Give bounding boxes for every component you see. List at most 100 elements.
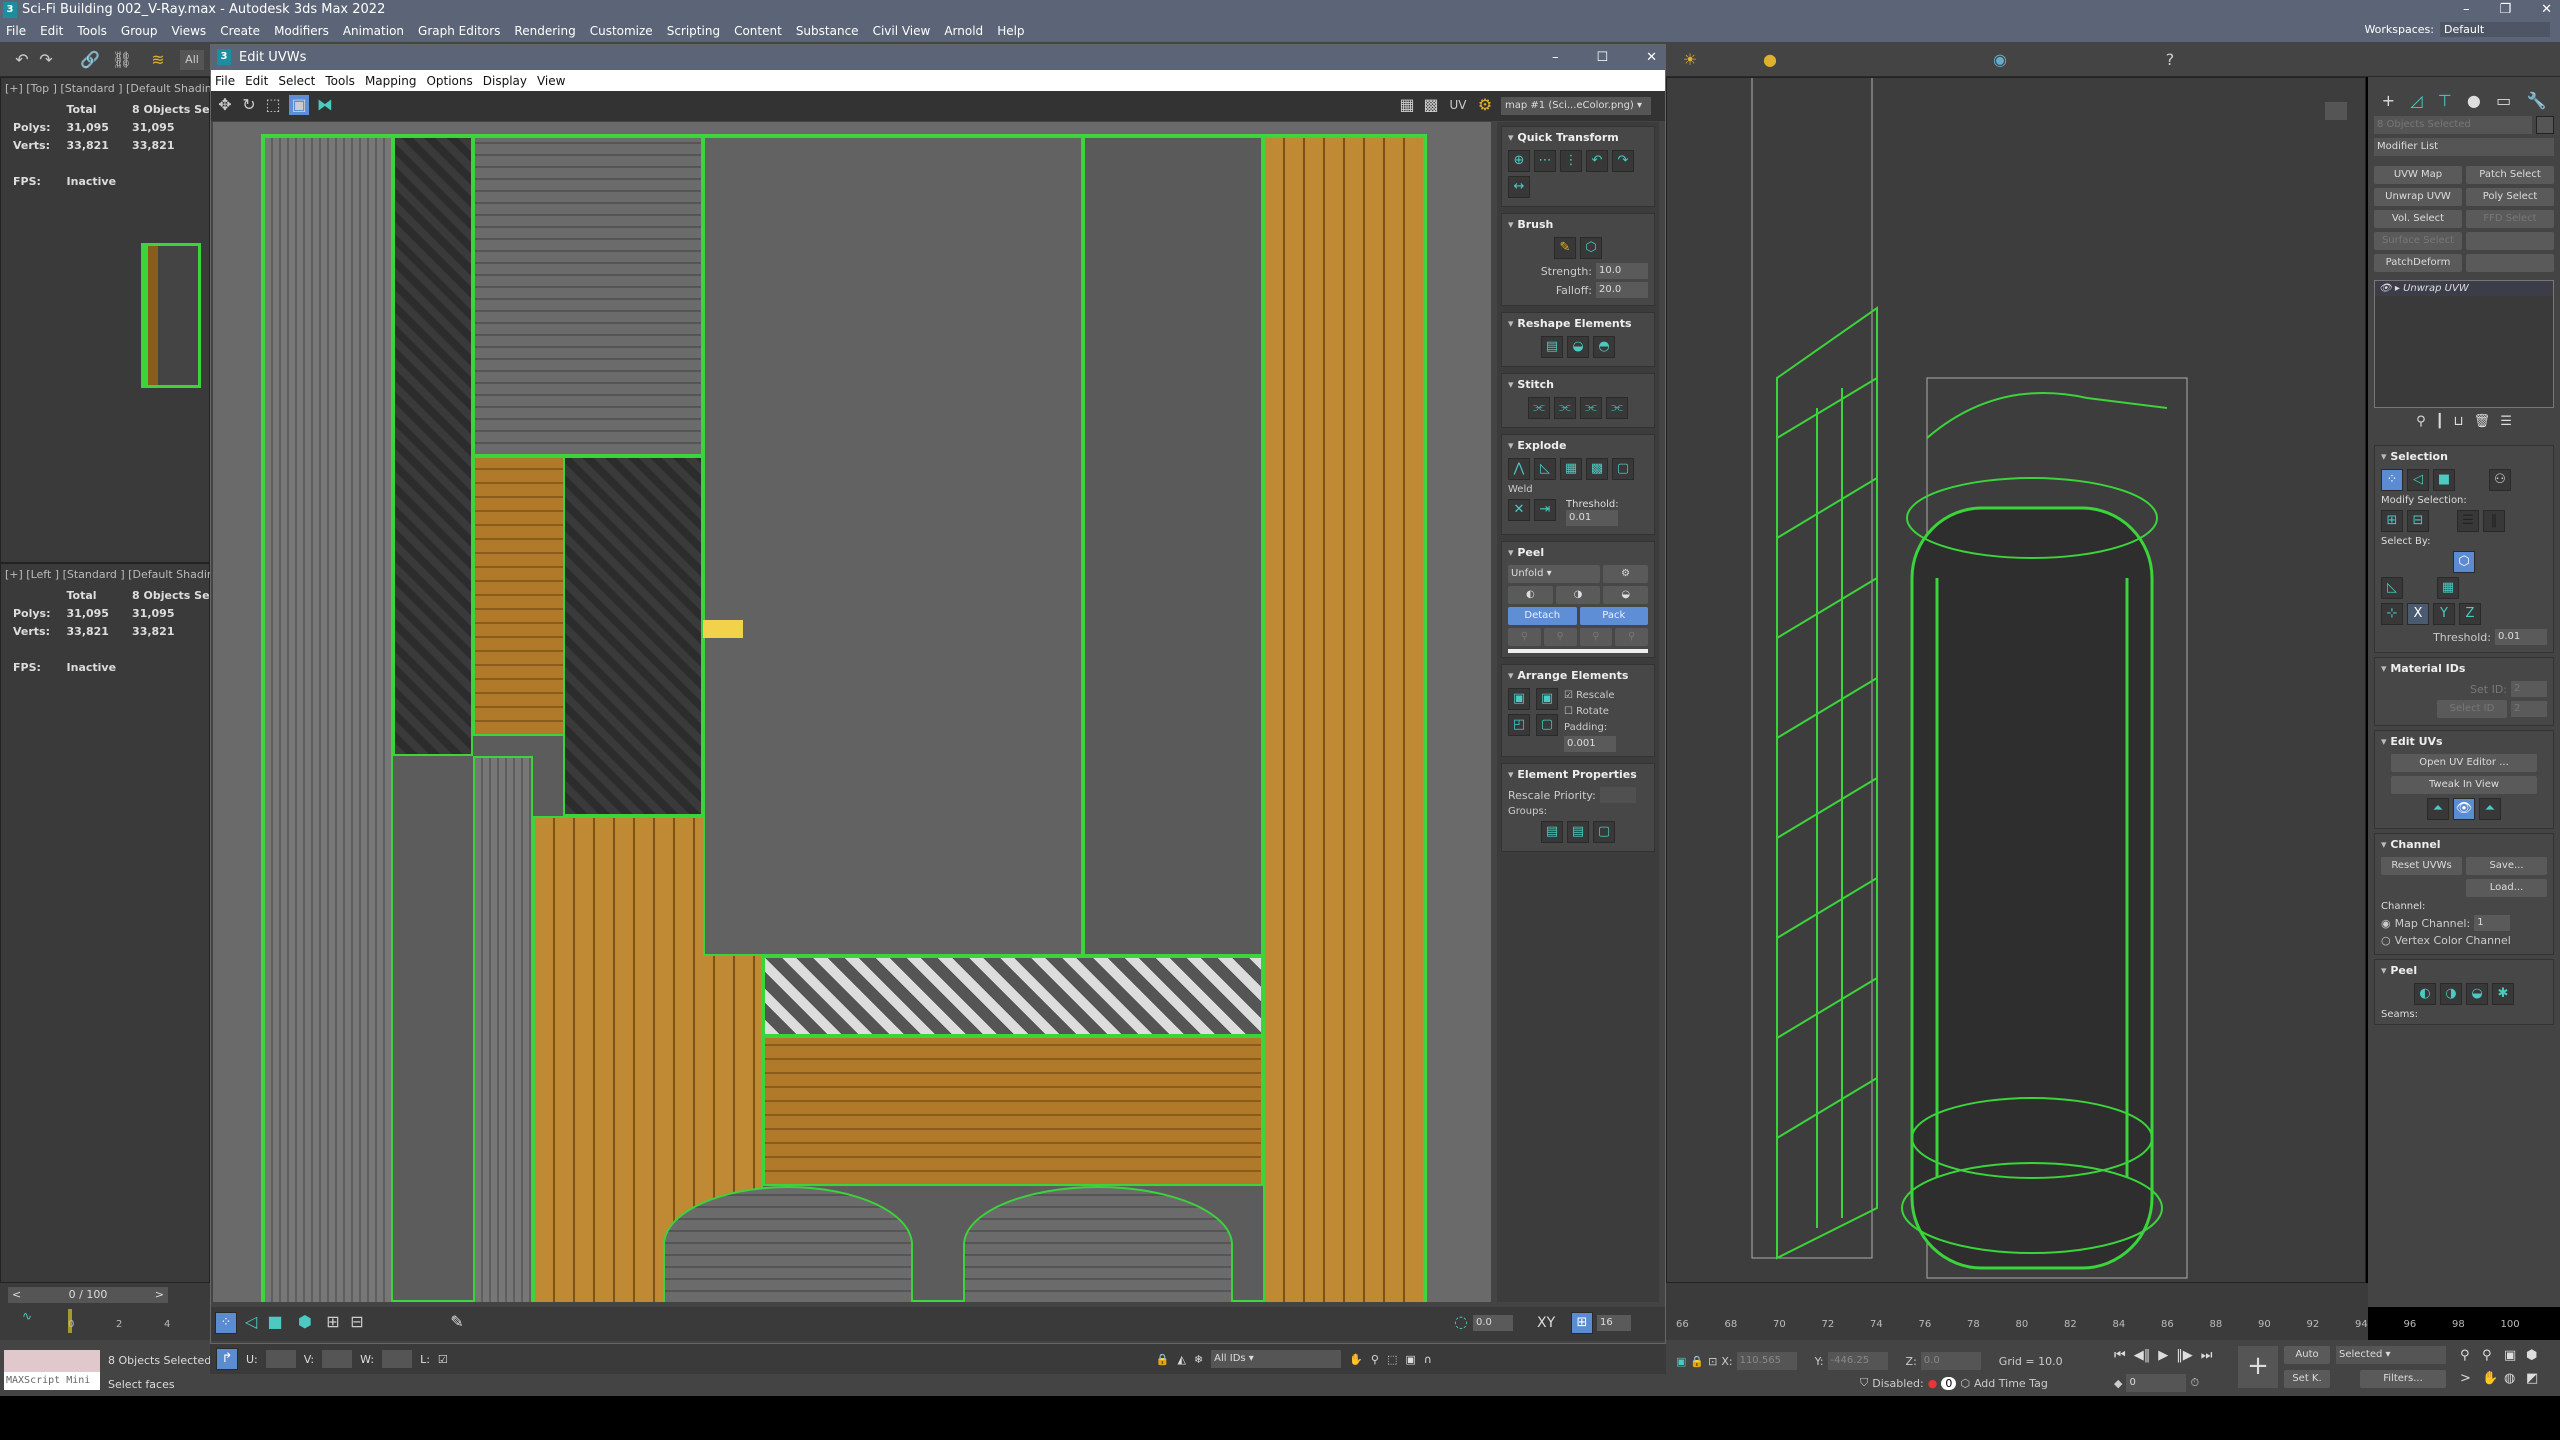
weld-selected-icon[interactable]: ✕ — [1508, 499, 1530, 521]
rollout-title[interactable]: Selection — [2381, 450, 2547, 463]
zoom-icon[interactable]: ⚲ — [2460, 1348, 2482, 1363]
go-to-end-icon[interactable]: ⏭ — [2201, 1348, 2213, 1363]
quick-peel-icon[interactable]: ◐ — [1508, 586, 1553, 604]
menu-help[interactable]: Help — [997, 24, 1024, 38]
z-coordinate-field[interactable]: 0.0 — [1920, 1352, 1981, 1370]
align-horizontal-icon[interactable]: ⋯ — [1534, 150, 1556, 172]
viewport-perspective[interactable] — [1666, 77, 2366, 1283]
edge-mode-icon[interactable]: ◁ — [241, 1312, 261, 1332]
unlink-icon[interactable]: ⛓ — [112, 50, 132, 70]
group-selected-icon[interactable]: ▤ — [1541, 821, 1563, 843]
maxscript-mini-input[interactable]: MAXScript Mini — [4, 1372, 100, 1390]
ring-icon[interactable]: ☰ — [2457, 510, 2479, 532]
modify-tab-icon[interactable]: ◿ — [2410, 91, 2422, 110]
scale-icon[interactable]: ⬚ — [263, 95, 283, 115]
element-select-icon[interactable]: ⚇ — [2489, 469, 2511, 491]
viewport-label[interactable]: [+] [Top ] [Standard ] [Default Shading … — [5, 82, 227, 95]
shrink-selection-icon[interactable]: ⊟ — [347, 1312, 367, 1332]
x-coordinate-field[interactable]: 110.565 — [1736, 1352, 1797, 1370]
threshold-spinner[interactable]: 0.01 — [2495, 629, 2547, 645]
menu-arnold[interactable]: Arnold — [944, 24, 983, 38]
pan-icon[interactable]: ✋ — [1349, 1353, 1363, 1366]
pelt-map-icon[interactable]: ✱ — [2492, 983, 2514, 1005]
select-by-smoothing-icon[interactable]: ◺ — [2381, 577, 2403, 599]
show-map-icon[interactable]: ▩ — [1421, 95, 1441, 115]
zoom-extents-icon[interactable]: ▣ — [1405, 1353, 1415, 1366]
detach-button[interactable]: Detach — [1508, 607, 1577, 625]
rollout-title[interactable]: Peel — [1508, 546, 1648, 559]
rotate-angle-icon[interactable]: ◌ — [1451, 1312, 1471, 1332]
show-end-result-icon[interactable]: ┃ — [2436, 414, 2444, 429]
u-field[interactable] — [265, 1350, 296, 1368]
vertex-color-radio[interactable]: ○ Vertex Color Channel — [2381, 934, 2547, 947]
rollout-title[interactable]: Element Properties — [1508, 768, 1648, 781]
select-by-element-icon[interactable]: ⬡ — [2453, 551, 2475, 573]
uv-menu-tools[interactable]: Tools — [325, 74, 355, 88]
select-group-icon[interactable]: ▢ — [1593, 821, 1615, 843]
add-time-tag[interactable]: Add Time Tag — [1974, 1377, 2048, 1390]
weld-target-icon[interactable]: ⇥ — [1534, 499, 1556, 521]
pack-normalize-icon[interactable]: ▣ — [1536, 688, 1558, 710]
pan-view-icon[interactable]: ✋ — [2482, 1371, 2504, 1386]
uv-menu-select[interactable]: Select — [278, 74, 315, 88]
rotate-angle-spinner[interactable]: 0.0 — [1473, 1315, 1513, 1331]
select-by-material-icon[interactable]: ▦ — [2437, 577, 2459, 599]
viewport-label[interactable]: [+] [Left ] [Standard ] [Default Shading… — [5, 568, 229, 581]
axis-x-icon[interactable]: X — [2407, 603, 2429, 625]
rescale-priority-spinner[interactable] — [1599, 787, 1636, 803]
edge-mode-icon[interactable]: ◁ — [2407, 469, 2429, 491]
map-channel-radio[interactable]: ◉ Map Channel: 1 — [2381, 915, 2547, 931]
viewcube-icon[interactable] — [2325, 102, 2347, 120]
strength-spinner[interactable]: 10.0 — [1596, 263, 1648, 279]
uv-close-button[interactable]: ✕ — [1646, 45, 1657, 70]
explode-smoothing-icon[interactable]: ◺ — [1534, 458, 1556, 480]
reset-uvws-button[interactable]: Reset UVWs — [2381, 857, 2462, 875]
rollout-title[interactable]: Stitch — [1508, 378, 1648, 391]
menu-graph-editors[interactable]: Graph Editors — [418, 24, 500, 38]
go-to-start-icon[interactable]: ⏮ — [2114, 1348, 2126, 1363]
shrink-icon[interactable]: ⊟ — [2407, 510, 2429, 532]
space-horizontal-icon[interactable]: ↔ — [1508, 176, 1530, 198]
redo-icon[interactable]: ↷ — [36, 50, 56, 70]
select-pins-icon[interactable]: ⚲ — [1615, 628, 1648, 646]
time-tag-icon[interactable]: ⬡ — [1960, 1377, 1970, 1390]
ffd-select-button[interactable]: FFD Select — [2466, 210, 2554, 228]
select-id-spinner[interactable]: 2 — [2511, 701, 2547, 717]
menu-create[interactable]: Create — [220, 24, 260, 38]
uv-title-bar[interactable]: 3 Edit UVWs – ☐ ✕ — [211, 45, 1665, 70]
set-id-spinner[interactable]: 2 — [2511, 681, 2547, 697]
relax-icon[interactable]: ◒ — [1567, 336, 1589, 358]
show-hidden-icon[interactable]: ◭ — [1177, 1353, 1185, 1366]
link-icon[interactable]: 🔗 — [80, 50, 100, 70]
settings-icon[interactable]: ⚙ — [1475, 95, 1495, 115]
paint-select-icon[interactable]: ✎ — [447, 1312, 467, 1332]
set-key-icon[interactable]: + — [2238, 1346, 2278, 1388]
stitch-average-icon[interactable]: ⫘ — [1606, 397, 1628, 419]
paint-move-icon[interactable]: ✎ — [1554, 237, 1576, 259]
checker-icon[interactable]: ▦ — [1397, 95, 1417, 115]
selection-lock-icon[interactable]: 🔒 — [1690, 1355, 1704, 1368]
pack-rescale-icon[interactable]: ▢ — [1536, 714, 1558, 736]
move-icon[interactable]: ✥ — [215, 95, 235, 115]
padding-spinner[interactable]: 0.001 — [1564, 736, 1616, 752]
field-of-view-icon[interactable]: > — [2460, 1371, 2482, 1386]
hierarchy-tab-icon[interactable]: ⊤ — [2438, 91, 2452, 110]
motion-tab-icon[interactable]: ● — [2467, 91, 2481, 110]
grid-spinner[interactable]: 16 — [1597, 1315, 1631, 1331]
menu-rendering[interactable]: Rendering — [514, 24, 575, 38]
zoom-region-icon[interactable]: ⬚ — [1387, 1353, 1397, 1366]
menu-file[interactable]: File — [6, 24, 26, 38]
rollout-title[interactable]: Arrange Elements — [1508, 669, 1648, 682]
rollout-title[interactable]: Material IDs — [2381, 662, 2547, 675]
uv-menu-display[interactable]: Display — [483, 74, 527, 88]
maximize-viewport-icon[interactable]: ◩ — [2526, 1371, 2548, 1386]
utilities-tab-icon[interactable]: 🔧 — [2526, 91, 2546, 110]
menu-animation[interactable]: Animation — [343, 24, 404, 38]
close-button[interactable]: ✕ — [2541, 0, 2552, 20]
reset-peel-icon[interactable]: ◒ — [1603, 586, 1649, 604]
menu-tools[interactable]: Tools — [77, 24, 107, 38]
material-editor-icon[interactable]: ● — [1760, 50, 1780, 70]
vertex-mode-icon[interactable]: ⁘ — [215, 1312, 237, 1334]
play-icon[interactable]: ▶ — [2158, 1348, 2168, 1363]
render-icon[interactable]: ◉ — [1990, 50, 2010, 70]
